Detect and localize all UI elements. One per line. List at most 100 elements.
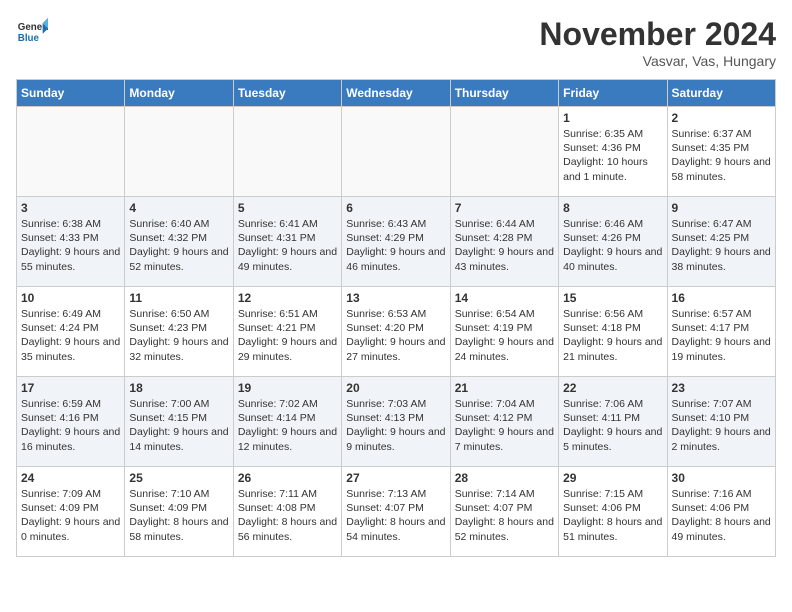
day-info: Sunset: 4:09 PM [129,501,228,515]
day-number: 20 [346,381,445,395]
day-info: Sunrise: 6:50 AM [129,307,228,321]
day-info: Daylight: 9 hours and 35 minutes. [21,335,120,363]
day-info: Sunrise: 6:35 AM [563,127,662,141]
day-info: Sunset: 4:23 PM [129,321,228,335]
day-info: Sunrise: 6:53 AM [346,307,445,321]
calendar-cell: 23Sunrise: 7:07 AMSunset: 4:10 PMDayligh… [667,377,775,467]
day-info: Sunset: 4:19 PM [455,321,554,335]
calendar-cell: 29Sunrise: 7:15 AMSunset: 4:06 PMDayligh… [559,467,667,557]
day-info: Daylight: 8 hours and 54 minutes. [346,515,445,543]
day-info: Sunset: 4:35 PM [672,141,771,155]
day-info: Sunrise: 7:15 AM [563,487,662,501]
day-number: 2 [672,111,771,125]
calendar-cell: 10Sunrise: 6:49 AMSunset: 4:24 PMDayligh… [17,287,125,377]
day-info: Sunset: 4:25 PM [672,231,771,245]
week-row: 1Sunrise: 6:35 AMSunset: 4:36 PMDaylight… [17,107,776,197]
day-info: Sunset: 4:33 PM [21,231,120,245]
day-info: Sunset: 4:29 PM [346,231,445,245]
title-block: November 2024 Vasvar, Vas, Hungary [539,16,776,69]
day-info: Sunrise: 7:13 AM [346,487,445,501]
day-info: Daylight: 10 hours and 1 minute. [563,155,662,183]
day-number: 14 [455,291,554,305]
day-info: Daylight: 9 hours and 0 minutes. [21,515,120,543]
day-number: 27 [346,471,445,485]
calendar-cell: 11Sunrise: 6:50 AMSunset: 4:23 PMDayligh… [125,287,233,377]
col-header-tuesday: Tuesday [233,80,341,107]
day-number: 9 [672,201,771,215]
day-info: Daylight: 9 hours and 43 minutes. [455,245,554,273]
calendar-cell: 2Sunrise: 6:37 AMSunset: 4:35 PMDaylight… [667,107,775,197]
day-info: Daylight: 9 hours and 2 minutes. [672,425,771,453]
day-info: Sunset: 4:18 PM [563,321,662,335]
day-number: 30 [672,471,771,485]
day-info: Daylight: 8 hours and 52 minutes. [455,515,554,543]
day-info: Sunset: 4:24 PM [21,321,120,335]
week-row: 24Sunrise: 7:09 AMSunset: 4:09 PMDayligh… [17,467,776,557]
calendar-cell: 9Sunrise: 6:47 AMSunset: 4:25 PMDaylight… [667,197,775,287]
calendar-cell [342,107,450,197]
day-number: 1 [563,111,662,125]
day-info: Sunset: 4:16 PM [21,411,120,425]
day-info: Sunset: 4:36 PM [563,141,662,155]
day-info: Sunrise: 7:09 AM [21,487,120,501]
day-info: Sunrise: 7:00 AM [129,397,228,411]
day-info: Sunset: 4:13 PM [346,411,445,425]
svg-text:Blue: Blue [18,33,40,44]
day-info: Sunset: 4:06 PM [672,501,771,515]
day-number: 16 [672,291,771,305]
day-info: Daylight: 9 hours and 12 minutes. [238,425,337,453]
day-info: Sunset: 4:07 PM [455,501,554,515]
logo: General Blue [16,16,48,48]
day-info: Sunrise: 7:10 AM [129,487,228,501]
col-header-friday: Friday [559,80,667,107]
day-info: Sunset: 4:31 PM [238,231,337,245]
calendar-cell: 27Sunrise: 7:13 AMSunset: 4:07 PMDayligh… [342,467,450,557]
day-number: 4 [129,201,228,215]
day-info: Daylight: 9 hours and 14 minutes. [129,425,228,453]
day-info: Sunrise: 6:49 AM [21,307,120,321]
day-number: 22 [563,381,662,395]
day-info: Daylight: 9 hours and 38 minutes. [672,245,771,273]
calendar-cell: 3Sunrise: 6:38 AMSunset: 4:33 PMDaylight… [17,197,125,287]
day-info: Sunrise: 6:41 AM [238,217,337,231]
calendar-cell: 4 Sunrise: 6:40 AMSunset: 4:32 PMDaylight… [125,197,233,287]
day-info: Daylight: 8 hours and 58 minutes. [129,515,228,543]
day-info: Daylight: 9 hours and 27 minutes. [346,335,445,363]
day-info: Sunrise: 6:40 AM [129,217,228,231]
calendar-cell: 7Sunrise: 6:44 AMSunset: 4:28 PMDaylight… [450,197,558,287]
day-info: Sunset: 4:20 PM [346,321,445,335]
day-number: 5 [238,201,337,215]
day-info: Daylight: 9 hours and 52 minutes. [129,245,228,273]
day-number: 13 [346,291,445,305]
day-info: Sunset: 4:28 PM [455,231,554,245]
day-info: Sunset: 4:15 PM [129,411,228,425]
day-info: Sunrise: 6:54 AM [455,307,554,321]
day-info: Daylight: 9 hours and 58 minutes. [672,155,771,183]
calendar-cell: 28Sunrise: 7:14 AMSunset: 4:07 PMDayligh… [450,467,558,557]
day-number: 24 [21,471,120,485]
day-info: Sunset: 4:12 PM [455,411,554,425]
day-info: Sunrise: 6:51 AM [238,307,337,321]
day-info: Sunrise: 6:43 AM [346,217,445,231]
day-info: Sunrise: 7:07 AM [672,397,771,411]
calendar-cell: 14 Sunrise: 6:54 AMSunset: 4:19 PMDayligh… [450,287,558,377]
day-info: Sunrise: 7:03 AM [346,397,445,411]
calendar-cell: 19Sunrise: 7:02 AMSunset: 4:14 PMDayligh… [233,377,341,467]
day-info: Sunrise: 7:14 AM [455,487,554,501]
day-info: Daylight: 9 hours and 16 minutes. [21,425,120,453]
day-number: 8 [563,201,662,215]
day-number: 19 [238,381,337,395]
day-number: 25 [129,471,228,485]
day-info: Daylight: 9 hours and 24 minutes. [455,335,554,363]
day-info: Sunset: 4:10 PM [672,411,771,425]
day-info: Sunset: 4:32 PM [129,231,228,245]
col-header-saturday: Saturday [667,80,775,107]
location: Vasvar, Vas, Hungary [539,53,776,69]
day-info: Sunset: 4:09 PM [21,501,120,515]
page-header: General Blue November 2024 Vasvar, Vas, … [16,16,776,69]
day-info: Sunset: 4:06 PM [563,501,662,515]
day-number: 26 [238,471,337,485]
col-header-thursday: Thursday [450,80,558,107]
day-info: Sunset: 4:11 PM [563,411,662,425]
day-info: Sunrise: 7:16 AM [672,487,771,501]
